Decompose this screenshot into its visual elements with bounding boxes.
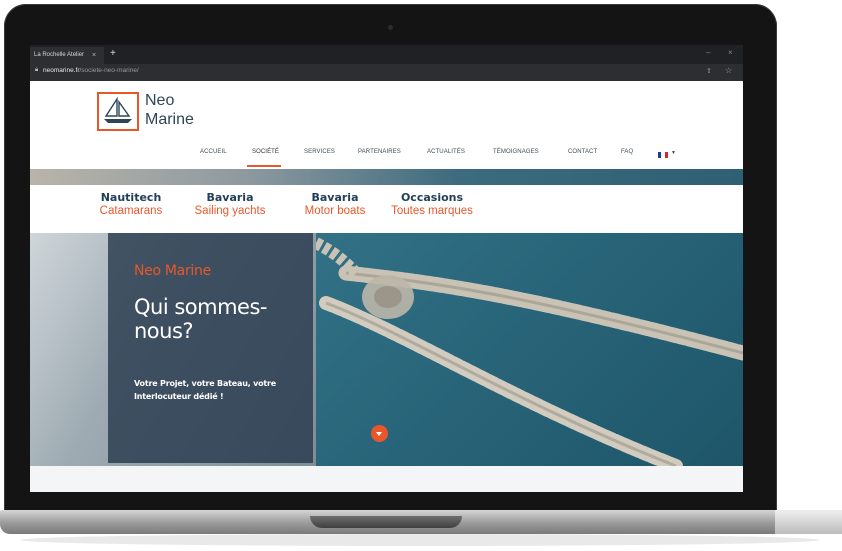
hero-title: Qui sommes-nous? (134, 295, 268, 343)
hero-banner: Neo Marine Qui sommes-nous? Votre Projet… (30, 233, 743, 466)
brand-sub: Motor boats (304, 205, 366, 217)
close-window-button[interactable]: × (728, 48, 733, 57)
address-bar[interactable]: 🔒︎ neomarine.fr/societe-neo-marine/ ⇧ ☆ (30, 64, 743, 81)
active-nav-underline (247, 165, 281, 167)
bookmark-star-icon[interactable]: ☆ (725, 66, 732, 75)
url-text[interactable]: neomarine.fr/societe-neo-marine/ (43, 67, 139, 74)
language-caret-icon[interactable]: ▼ (671, 150, 676, 156)
laptop-screen: La Rochelle Atelier × + – × 🔒︎ neomarine… (30, 45, 743, 492)
nav-services[interactable]: SERVICES (304, 149, 335, 155)
brand-name: Occasions (400, 191, 464, 204)
brand-bar: Nautitech Catamarans Bavaria Sailing yac… (30, 185, 743, 233)
camera (388, 25, 393, 30)
nav-societe[interactable]: SOCIÉTÉ (252, 149, 279, 155)
logo-text[interactable]: Neo Marine (145, 91, 194, 129)
logo-mark[interactable] (97, 92, 139, 131)
laptop-base-edge (775, 510, 842, 534)
web-page: Neo Marine ACCUEIL SOCIÉTÉ SERVICES PART… (30, 81, 743, 492)
nav-temoignages[interactable]: TÉMOIGNAGES (493, 149, 539, 155)
logo-line-2: Marine (145, 111, 194, 128)
logo-line-1: Neo (145, 92, 175, 109)
scroll-down-button[interactable] (371, 425, 388, 442)
browser-tab-bar: La Rochelle Atelier × + – × (30, 45, 743, 64)
url-path: /societe-neo-marine/ (79, 67, 139, 74)
brand-nautitech[interactable]: Nautitech Catamarans (86, 191, 176, 218)
french-flag-icon[interactable] (658, 152, 668, 158)
brand-sub: Catamarans (99, 205, 163, 217)
lock-icon: 🔒︎ (35, 67, 39, 73)
laptop-shadow (20, 534, 820, 546)
nav-faq[interactable]: FAQ (621, 149, 633, 155)
brand-bavaria-motor[interactable]: Bavaria Motor boats (292, 191, 378, 218)
brand-sub: Sailing yachts (194, 205, 266, 217)
page-footer-area (30, 466, 743, 492)
minimize-button[interactable]: – (706, 48, 710, 57)
browser-tab[interactable]: La Rochelle Atelier × (30, 47, 104, 64)
brand-name: Bavaria (206, 191, 254, 204)
new-tab-button[interactable]: + (110, 48, 116, 59)
sailboat-icon (104, 96, 132, 123)
nav-accueil[interactable]: ACCUEIL (200, 149, 227, 155)
hero-brand: Neo Marine (134, 263, 211, 279)
tab-close-icon[interactable]: × (92, 47, 96, 64)
share-icon[interactable]: ⇧ (706, 67, 712, 75)
nav-partenaires[interactable]: PARTENAIRES (358, 149, 401, 155)
nav-contact[interactable]: CONTACT (568, 149, 597, 155)
brand-name: Nautitech (100, 191, 162, 204)
brand-bavaria-sailing[interactable]: Bavaria Sailing yachts (180, 191, 280, 218)
brand-sub: Toutes marques (391, 205, 473, 217)
laptop-hinge-notch (310, 516, 462, 528)
hero-text-panel: Neo Marine Qui sommes-nous? Votre Projet… (108, 233, 313, 463)
brand-occasions[interactable]: Occasions Toutes marques (382, 191, 482, 218)
brand-name: Bavaria (311, 191, 359, 204)
hero-subtitle: Votre Projet, votre Bateau, votre Interl… (134, 379, 277, 401)
url-domain: neomarine.fr (43, 67, 80, 74)
header-photo-strip (30, 169, 743, 185)
nav-actualites[interactable]: ACTUALITÉS (427, 149, 465, 155)
tab-title: La Rochelle Atelier (34, 52, 85, 58)
